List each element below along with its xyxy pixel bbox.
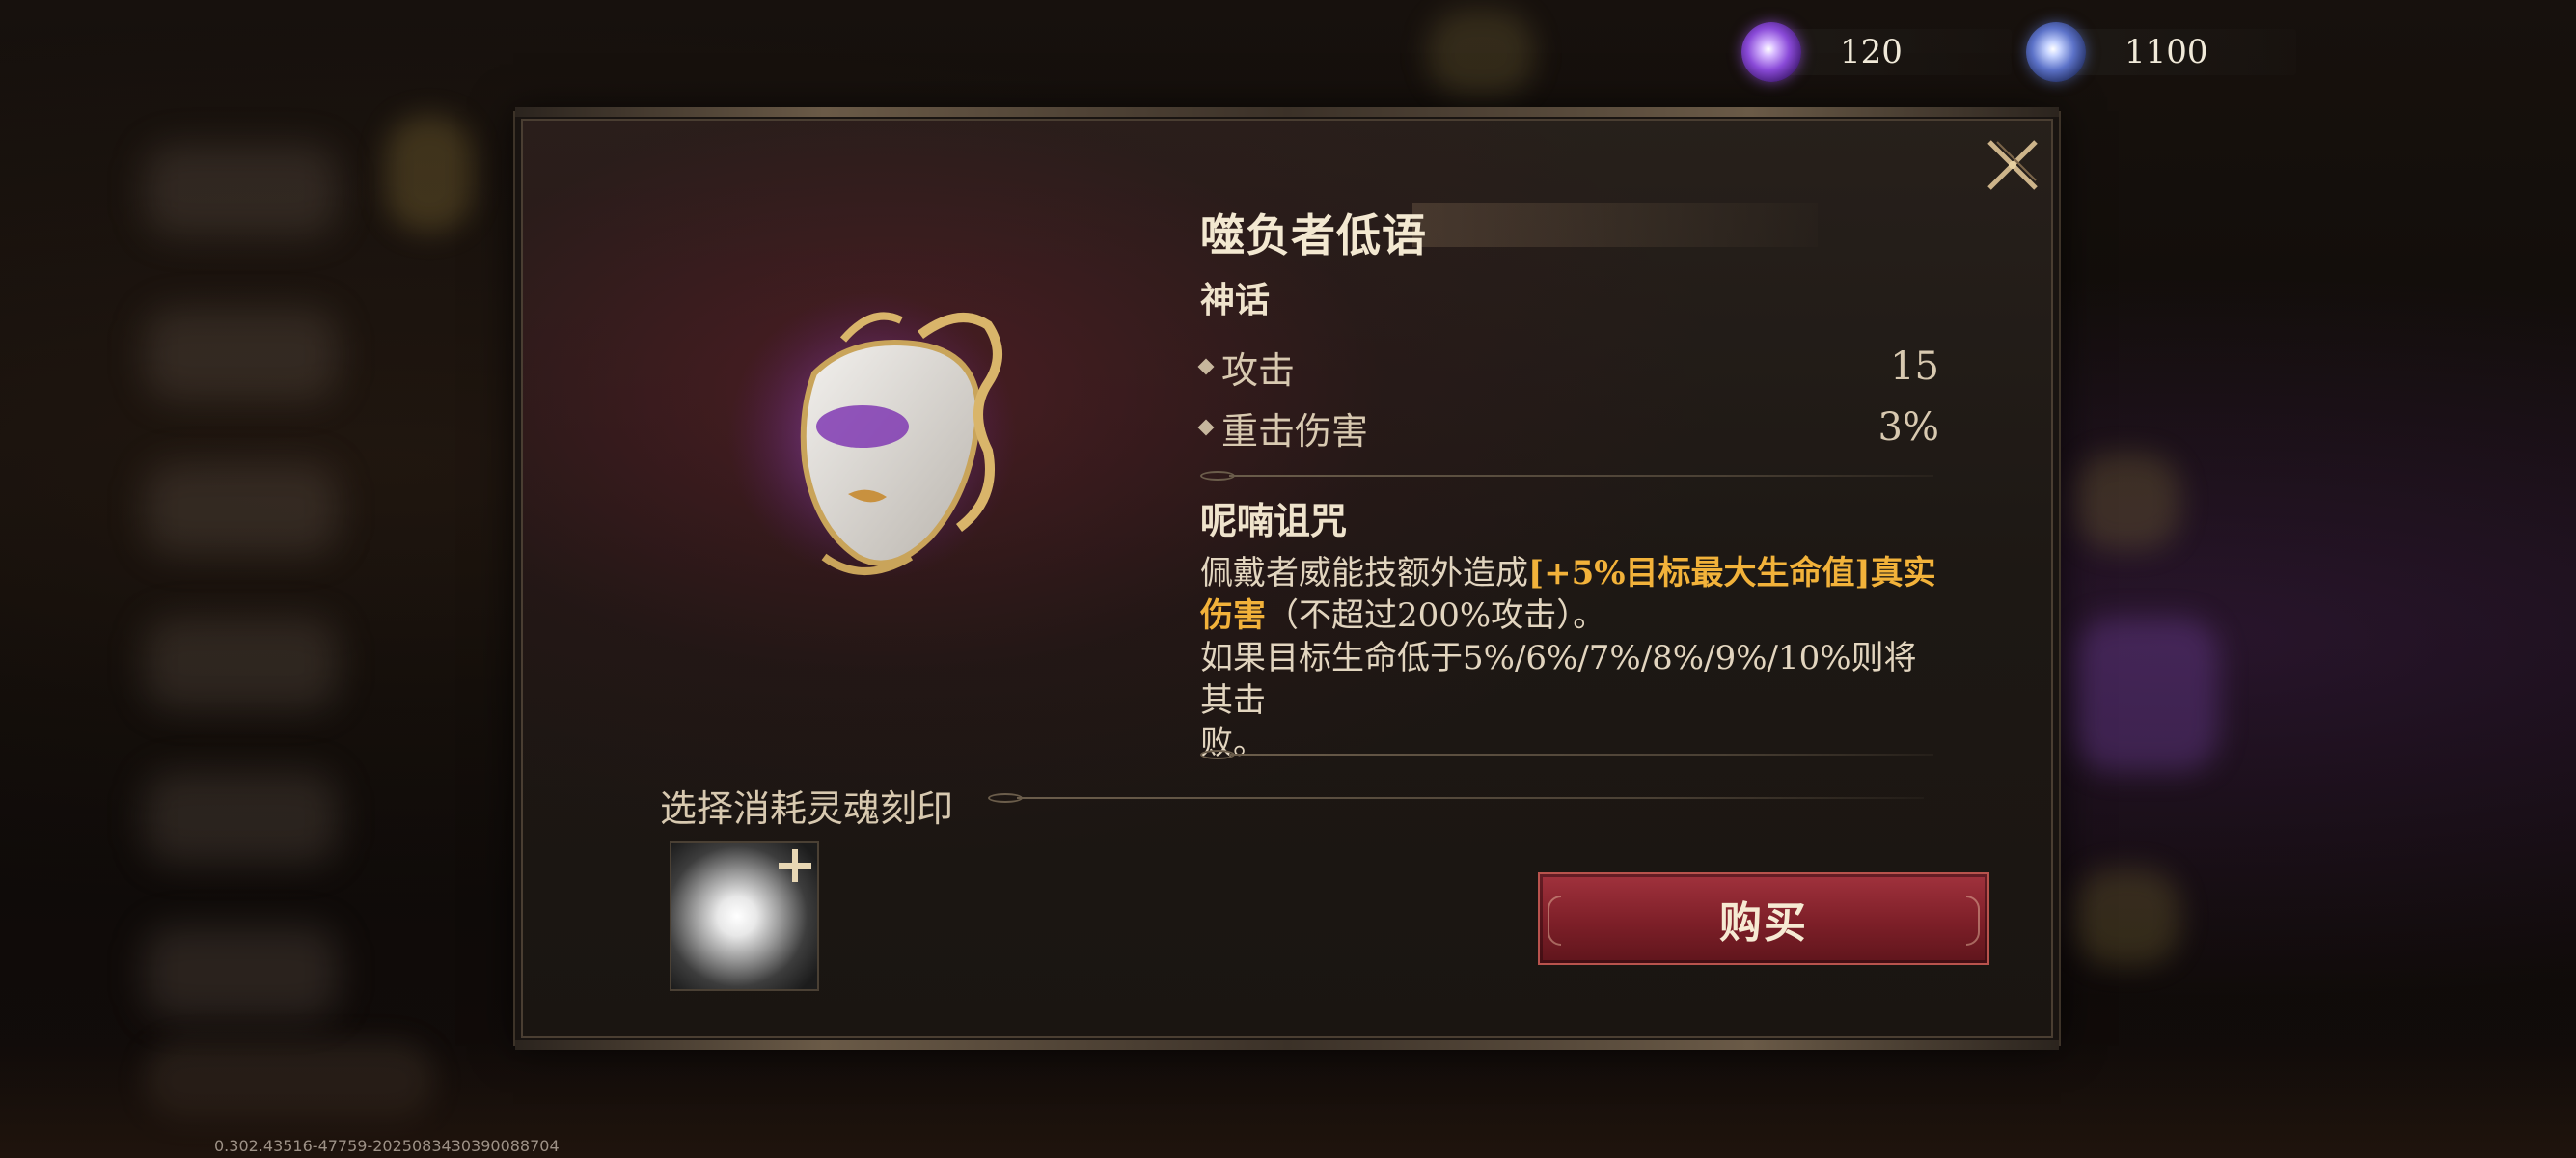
blue-soul-orb-icon	[2026, 22, 2086, 82]
close-icon	[1987, 140, 2038, 190]
button-ornament	[1966, 896, 1980, 946]
desc-text: 佩戴者威能技额外造成	[1200, 554, 1528, 593]
desc-highlight: 伤害	[1200, 596, 1266, 635]
buy-button[interactable]: 购买	[1538, 872, 1989, 965]
section-divider	[988, 793, 1924, 803]
diamond-bullet-icon	[1197, 419, 1215, 436]
currency-purple: 120	[1741, 19, 2012, 85]
bg-blur-item	[145, 145, 338, 236]
desc-highlight: [+5%目标最大生命值]真实	[1528, 554, 1936, 593]
item-mask-image	[699, 267, 1046, 615]
currency-blue: 1100	[2026, 19, 2296, 85]
bg-blur-item	[145, 309, 338, 400]
dialog-frame-bottom	[515, 1040, 2059, 1050]
bg-blur-blob	[386, 116, 473, 232]
desc-text: （不超过200%攻击）。	[1266, 596, 1606, 635]
plus-icon	[779, 849, 811, 882]
desc-text: 如果目标生命低于5%/6%/7%/8%/9%/10%则将其击	[1200, 639, 1917, 720]
stat-value: 3%	[1877, 405, 1939, 450]
buy-button-label: 购买	[1719, 898, 1808, 948]
dialog-frame-top	[515, 107, 2059, 117]
bg-blur-item	[145, 618, 338, 709]
currency-purple-value: 120	[1840, 33, 1903, 71]
bg-blur-blob	[2074, 868, 2180, 965]
item-purchase-dialog: 噬负者低语 神话 攻击 15 重击伤害 3% 呢喃诅咒 佩戴者威能技额外造成[+…	[513, 107, 2061, 1050]
bg-blur-item	[145, 926, 338, 1018]
bg-blur-item	[145, 463, 338, 555]
build-version: 0.302.43516-47759-2025083430390088704	[214, 1137, 560, 1155]
item-rarity: 神话	[1200, 280, 1271, 320]
button-ornament	[1548, 896, 1561, 946]
stat-label: 攻击	[1221, 348, 1296, 392]
skill-description: 佩戴者威能技额外造成[+5%目标最大生命值]真实 伤害（不超过200%攻击）。 …	[1200, 552, 1943, 764]
title-decoration	[1412, 203, 1818, 247]
section-divider	[1200, 471, 1933, 481]
item-title-bar: 噬负者低语	[1200, 195, 1856, 262]
skill-name: 呢喃诅咒	[1200, 499, 1348, 542]
soul-mark-slot[interactable]	[670, 841, 819, 991]
mask-artwork	[727, 291, 1017, 581]
close-button[interactable]	[1978, 130, 2047, 200]
stat-row-attack: 攻击 15	[1197, 342, 1939, 392]
bg-blur-blob	[1428, 10, 1534, 96]
stat-row-crit-damage: 重击伤害 3%	[1197, 402, 1939, 453]
purple-soul-orb-icon	[1741, 22, 1801, 82]
diamond-bullet-icon	[1197, 358, 1215, 375]
bg-blur-item	[145, 772, 338, 864]
consume-soul-mark-label: 选择消耗灵魂刻印	[660, 787, 954, 830]
stat-value: 15	[1890, 345, 1939, 389]
bg-blur-blob	[2074, 618, 2219, 772]
bg-blur-blob	[2074, 454, 2180, 550]
stat-label: 重击伤害	[1221, 409, 1369, 453]
currency-blue-value: 1100	[2124, 33, 2208, 71]
item-name: 噬负者低语	[1200, 209, 1427, 262]
section-divider	[1200, 750, 1933, 759]
